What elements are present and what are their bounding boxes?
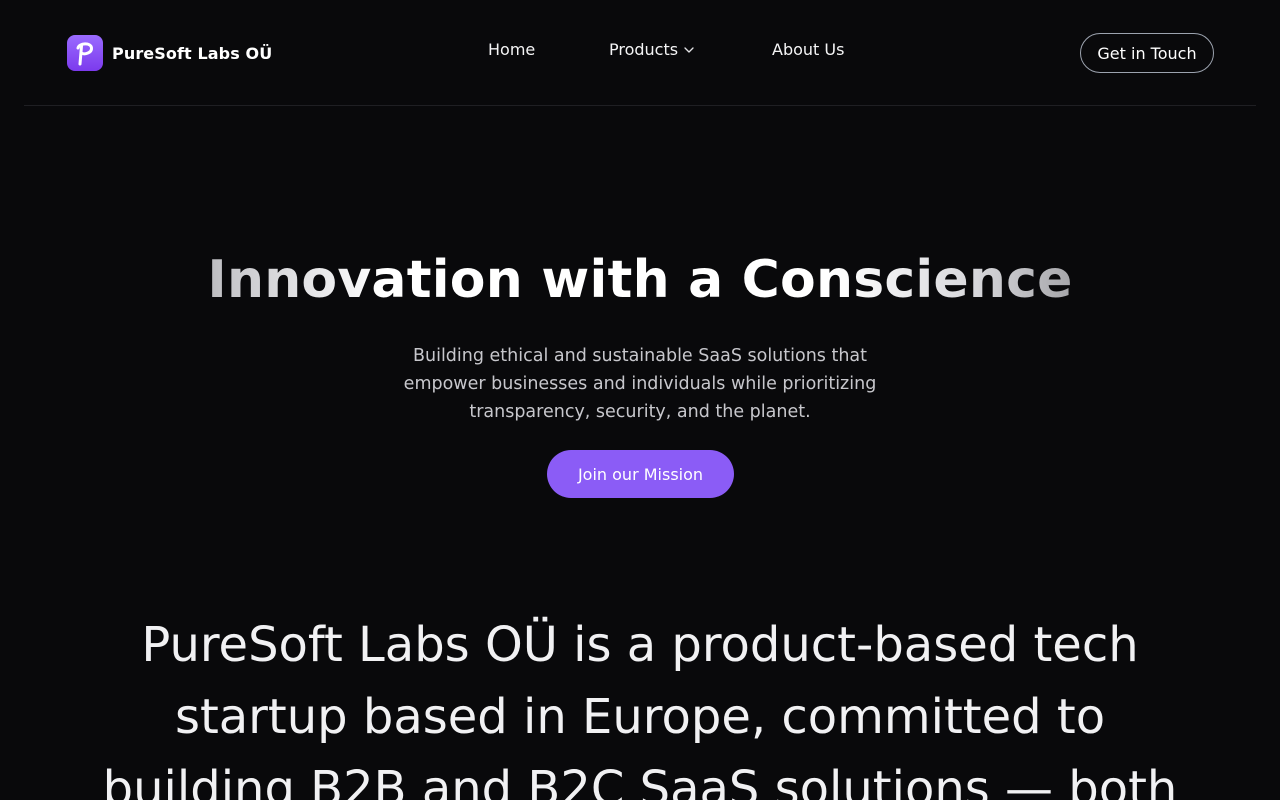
get-in-touch-button[interactable]: Get in Touch <box>1080 33 1214 73</box>
nav-item-home[interactable]: Home <box>488 40 535 59</box>
main-nav: Home Products About Us <box>24 40 1256 64</box>
join-mission-button[interactable]: Join our Mission <box>547 450 734 498</box>
company-statement: PureSoft Labs OÜ is a product-based tech… <box>102 617 1178 800</box>
nav-item-home-label: Home <box>488 40 536 59</box>
chevron-down-icon <box>683 44 695 56</box>
site-header: PureSoft Labs OÜ Home Products About Us … <box>24 0 1256 106</box>
nav-item-products-label: Products <box>609 40 679 59</box>
hero-title: Innovation with a Conscience <box>0 246 1280 314</box>
nav-item-about-label: About Us <box>772 40 845 59</box>
nav-item-about[interactable]: About Us <box>772 40 844 59</box>
landing-page: PureSoft Labs OÜ Home Products About Us … <box>0 0 1280 800</box>
hero-subtitle: Building ethical and sustainable SaaS so… <box>403 346 877 422</box>
nav-item-products[interactable]: Products <box>609 40 695 59</box>
